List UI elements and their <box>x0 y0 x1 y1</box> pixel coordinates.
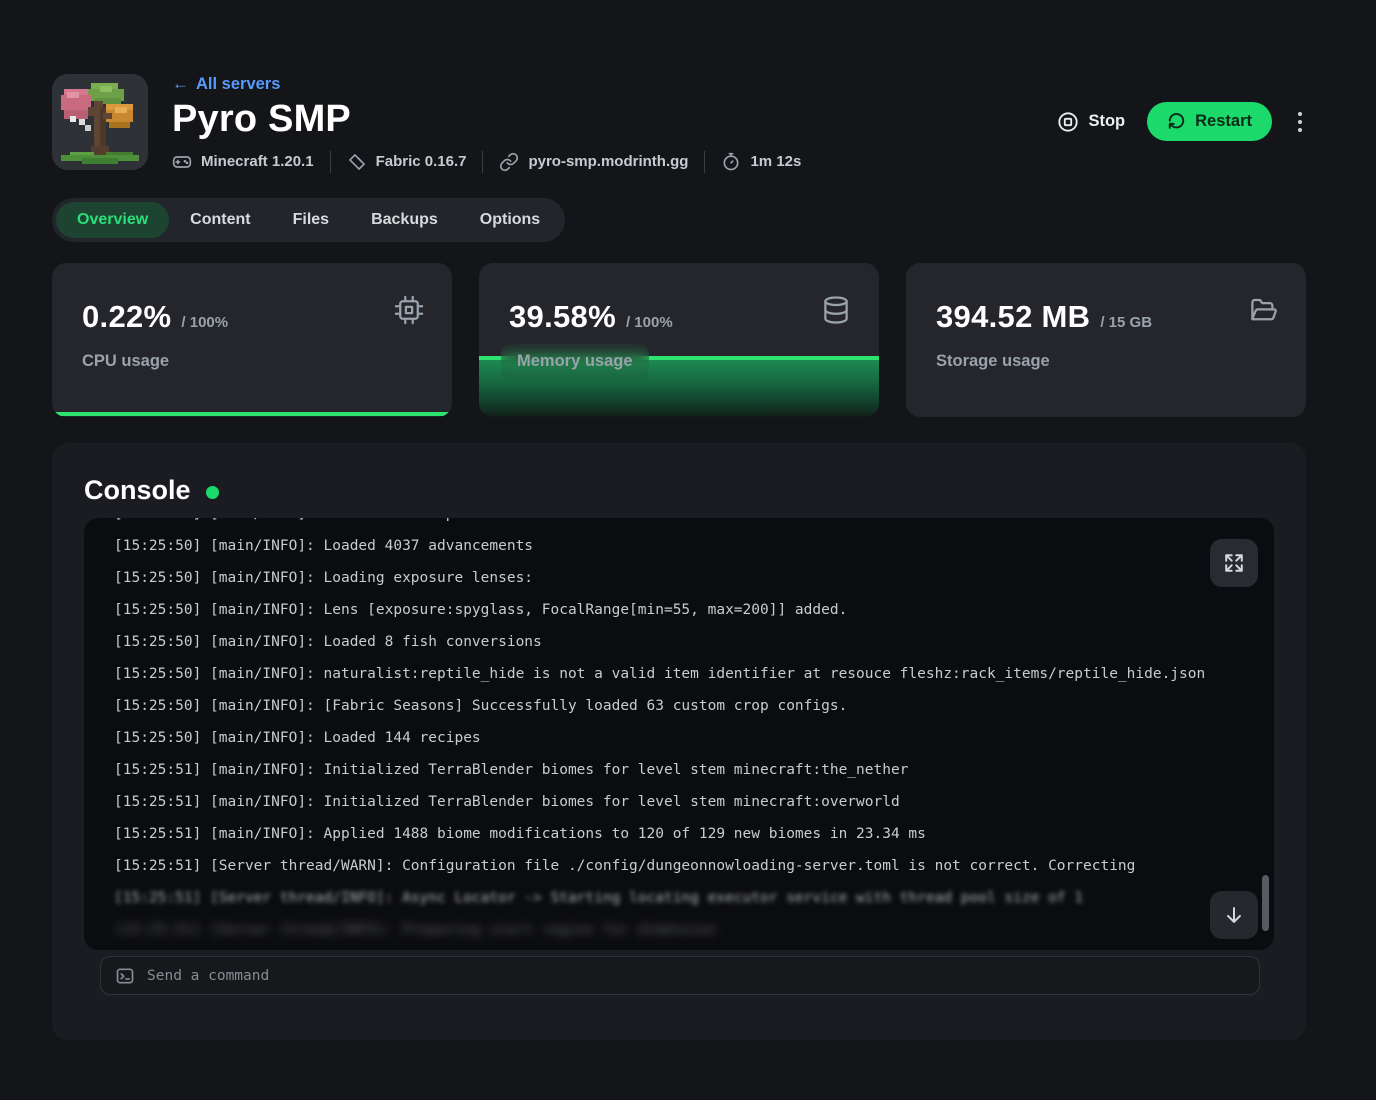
cpu-icon <box>394 295 424 330</box>
tab-files[interactable]: Files <box>272 202 350 238</box>
meta-uptime: 1m 12s <box>721 152 801 172</box>
terminal-icon <box>115 966 135 986</box>
stop-label: Stop <box>1088 112 1125 131</box>
console-log-line: [15:25:50] [main/INFO]: Loading exposure… <box>114 562 1204 594</box>
storage-usage-label: Storage usage <box>936 352 1050 371</box>
stop-icon <box>1057 111 1079 133</box>
more-options-button[interactable] <box>1294 106 1306 138</box>
database-icon <box>821 295 851 330</box>
console-log-line: [15:25:50] [main/INFO]: naturalist:repti… <box>114 658 1204 690</box>
all-servers-link[interactable]: ← All servers <box>172 74 280 94</box>
cpu-usage-value: 0.22% <box>82 299 171 335</box>
tab-backups[interactable]: Backups <box>350 202 459 238</box>
scroll-to-bottom-button[interactable] <box>1210 891 1258 939</box>
divider <box>330 151 331 173</box>
memory-usage-card: 39.58% / 100% Memory usage <box>479 263 879 417</box>
tab-overview[interactable]: Overview <box>56 202 169 238</box>
folder-icon <box>1248 295 1278 330</box>
server-avatar <box>52 74 148 170</box>
back-arrow-icon: ← <box>172 74 189 94</box>
memory-usage-limit: / 100% <box>626 314 673 331</box>
command-input[interactable]: Send a command <box>100 956 1260 995</box>
meta-loader: Fabric 0.16.7 <box>347 152 467 172</box>
storage-usage-card: 394.52 MB / 15 GB Storage usage <box>906 263 1306 417</box>
console-log-line: [15:25:50] [main/INFO]: [Fabric Seasons]… <box>114 690 1204 722</box>
meta-label: Minecraft 1.20.1 <box>201 153 314 170</box>
console-log-line: [15:25:50] [main/INFO]: Loaded 4037 adva… <box>114 530 1204 562</box>
memory-usage-value: 39.58% <box>509 299 616 335</box>
meta-label: 1m 12s <box>750 153 801 170</box>
console-output[interactable]: [15:25:50] [main/INFO]: Loaded 65 recipe… <box>84 518 1274 950</box>
server-actions: Stop Restart <box>1057 102 1306 141</box>
stopwatch-icon <box>721 152 741 172</box>
gamepad-icon <box>172 152 192 172</box>
storage-usage-limit: / 15 GB <box>1100 314 1152 331</box>
console-log-line: [15:25:51] [Server thread/WARN]: Configu… <box>114 850 1204 882</box>
console-log-line: [15:25:51] [main/INFO]: Initialized Terr… <box>114 786 1204 818</box>
expand-console-button[interactable] <box>1210 539 1258 587</box>
restart-icon <box>1167 112 1186 131</box>
cpu-usage-fill <box>52 412 452 417</box>
restart-label: Restart <box>1195 112 1252 131</box>
meta-domain[interactable]: pyro-smp.modrinth.gg <box>499 152 688 172</box>
tab-content[interactable]: Content <box>169 202 271 238</box>
meta-label: pyro-smp.modrinth.gg <box>528 153 688 170</box>
console-log-line: [15:25:51] [Server thread/INFO]: Async L… <box>114 882 1204 914</box>
console-log-line: [15:25:50] [main/INFO]: Lens [exposure:s… <box>114 594 1204 626</box>
console-log-line: [15:25:50] [main/INFO]: Loaded 144 recip… <box>114 722 1204 754</box>
console-log-line: [15:25:51] [main/INFO]: Initialized Terr… <box>114 754 1204 786</box>
cpu-usage-label: CPU usage <box>82 352 169 371</box>
arrow-down-icon <box>1223 904 1245 926</box>
console-log-line: [15:25:50] [main/INFO]: Loaded 8 fish co… <box>114 626 1204 658</box>
storage-usage-value: 394.52 MB <box>936 299 1090 335</box>
tree-pixel-art <box>52 74 148 170</box>
server-page: ← All servers Pyro SMP Minecraft 1.20.1 … <box>0 0 1376 1100</box>
all-servers-label: All servers <box>196 75 280 94</box>
meta-game-version: Minecraft 1.20.1 <box>172 152 314 172</box>
console-log: [15:25:50] [main/INFO]: Loaded 65 recipe… <box>114 518 1204 946</box>
console-log-line: [15:25:50] [main/INFO]: Loaded 65 recipe… <box>114 518 1204 530</box>
expand-icon <box>1223 552 1245 574</box>
cpu-usage-card: 0.22% / 100% CPU usage <box>52 263 452 417</box>
console-title: Console <box>84 475 191 506</box>
stop-button[interactable]: Stop <box>1057 111 1125 133</box>
divider <box>704 151 705 173</box>
loader-icon <box>347 152 367 172</box>
link-icon <box>499 152 519 172</box>
server-header: ← All servers Pyro SMP Minecraft 1.20.1 … <box>52 74 1306 173</box>
console-card: Console [15:25:50] [main/INFO]: Loaded 6… <box>52 443 1306 1040</box>
stats-row: 0.22% / 100% CPU usage 39.58% / 100% Mem… <box>52 263 1306 417</box>
cpu-usage-limit: / 100% <box>181 314 228 331</box>
page-title: Pyro SMP <box>172 98 801 142</box>
restart-button[interactable]: Restart <box>1147 102 1272 141</box>
memory-usage-label: Memory usage <box>501 344 649 379</box>
meta-label: Fabric 0.16.7 <box>376 153 467 170</box>
console-log-line: [15:25:51] [main/INFO]: Applied 1488 bio… <box>114 818 1204 850</box>
server-meta-row: Minecraft 1.20.1 Fabric 0.16.7 pyro-smp.… <box>172 151 801 173</box>
tab-options[interactable]: Options <box>459 202 561 238</box>
online-status-dot <box>206 486 219 499</box>
console-log-line: [15:25:51] [Server thread/INFO]: Prepari… <box>114 914 1204 946</box>
divider <box>482 151 483 173</box>
command-placeholder: Send a command <box>147 968 269 984</box>
server-tabbar: Overview Content Files Backups Options <box>52 198 565 242</box>
console-scrollbar[interactable] <box>1262 875 1269 931</box>
